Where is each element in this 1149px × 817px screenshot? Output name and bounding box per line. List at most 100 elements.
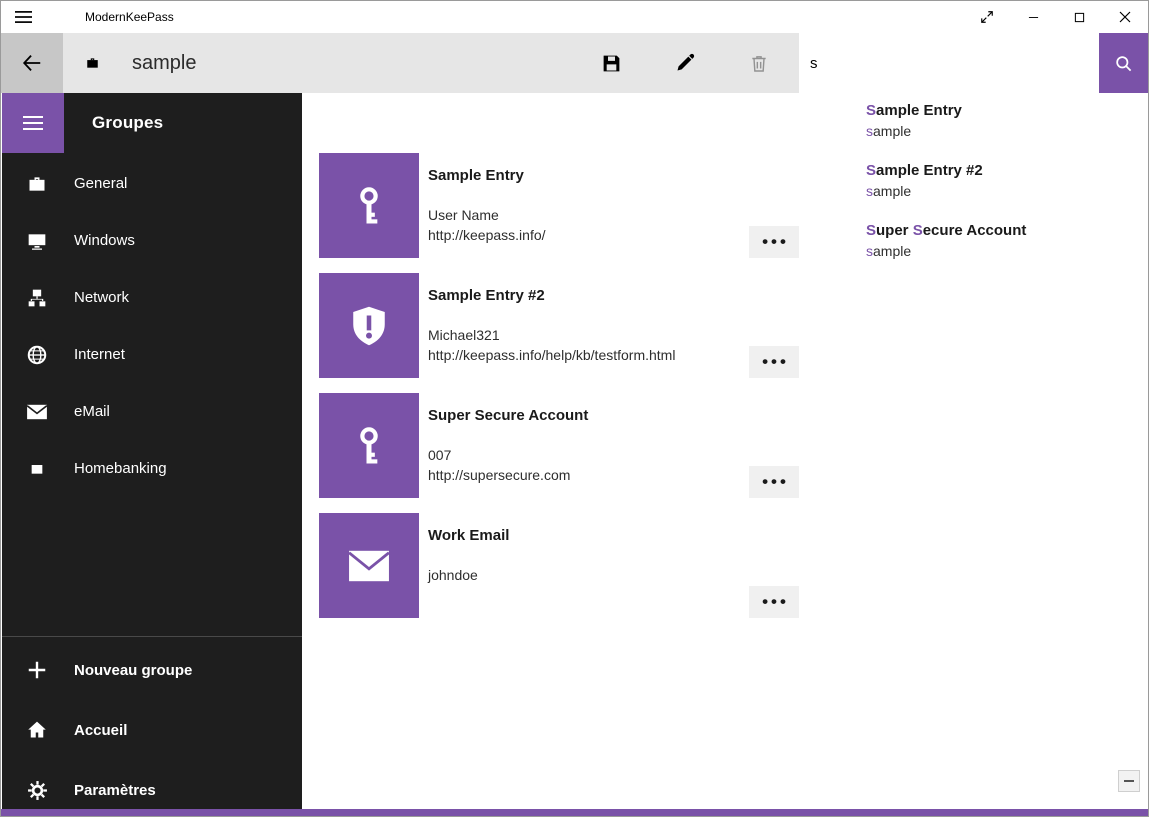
close-button[interactable] [1102, 1, 1148, 33]
close-icon [1119, 11, 1131, 23]
search-box [799, 33, 1148, 93]
entry-text: Sample Entry #2 Michael321 http://keepas… [428, 273, 749, 378]
sidebar-footer: Nouveau groupe Accueil [2, 636, 302, 811]
more-button[interactable]: ••• [749, 586, 799, 618]
more-button[interactable]: ••• [749, 466, 799, 498]
entry-username: Michael321 [428, 325, 749, 345]
ellipsis-icon: ••• [759, 237, 789, 247]
result-subtitle: sample [866, 181, 1149, 201]
entry-text: Super Secure Account 007 http://supersec… [428, 393, 749, 498]
group-list: General Windows Network Internet [2, 155, 302, 497]
hamburger-icon [23, 115, 43, 131]
entry-title: Sample Entry #2 [428, 286, 749, 306]
new-group-button[interactable]: Nouveau groupe [2, 640, 302, 700]
mail-icon [24, 403, 50, 421]
bottom-accent-strip [1, 809, 1148, 816]
hamburger-icon[interactable] [15, 9, 35, 25]
sidebar: Groupes General Windows Network [2, 93, 302, 811]
monitor-icon [24, 231, 50, 251]
entry-url: http://supersecure.com [428, 465, 749, 485]
entry-username: johndoe [428, 565, 749, 585]
entry-title: Sample Entry [428, 166, 749, 186]
briefcase-icon [85, 56, 100, 70]
sidebar-item-label: Network [74, 289, 129, 306]
search-input[interactable] [799, 33, 1099, 93]
entry-username: 007 [428, 445, 749, 465]
maximize-button[interactable] [1056, 1, 1102, 33]
titlebar: ModernKeePass [1, 1, 1148, 33]
maximize-icon [1074, 12, 1085, 23]
sidebar-item-label: Paramètres [74, 782, 156, 799]
entry-tile [319, 393, 419, 498]
entry-title: Work Email [428, 526, 749, 546]
app-title: ModernKeePass [85, 10, 174, 24]
sidebar-item-homebanking[interactable]: Homebanking [2, 440, 302, 497]
ellipsis-icon: ••• [759, 597, 789, 607]
groups-heading: Groupes [92, 113, 163, 133]
sidebar-item-label: Windows [74, 232, 135, 249]
search-button[interactable] [1099, 33, 1148, 93]
entry-tile [319, 513, 419, 618]
sidebar-item-general[interactable]: General [2, 155, 302, 212]
toolbar [587, 33, 783, 93]
entry-row[interactable]: Sample Entry User Name http://keepass.in… [319, 153, 799, 258]
mail-icon [346, 547, 392, 585]
sidebar-item-windows[interactable]: Windows [2, 212, 302, 269]
command-bar: sample [1, 33, 1148, 93]
more-button[interactable]: ••• [749, 346, 799, 378]
entry-row[interactable]: Work Email johndoe ••• [319, 513, 799, 618]
sidebar-item-label: Homebanking [74, 460, 167, 477]
search-icon [1114, 54, 1133, 73]
briefcase-icon [24, 174, 50, 194]
search-result[interactable]: Sample Entry sample [800, 93, 1149, 153]
entry-row[interactable]: Super Secure Account 007 http://supersec… [319, 393, 799, 498]
gear-icon [24, 780, 50, 801]
trash-icon [749, 53, 769, 74]
entry-text: Sample Entry User Name http://keepass.in… [428, 153, 749, 258]
save-icon [601, 53, 622, 74]
save-button[interactable] [587, 33, 635, 93]
ellipsis-icon: ••• [759, 357, 789, 367]
entry-tile [319, 273, 419, 378]
back-button[interactable] [1, 33, 63, 93]
minimize-button[interactable] [1010, 1, 1056, 33]
entry-title: Super Secure Account [428, 406, 749, 426]
shield-alert-icon [348, 304, 390, 348]
entry-row[interactable]: Sample Entry #2 Michael321 http://keepas… [319, 273, 799, 378]
delete-button[interactable] [735, 33, 783, 93]
edit-button[interactable] [661, 33, 709, 93]
search-suggestions: Sample Entry sample Sample Entry #2 samp… [800, 93, 1149, 283]
plus-icon [24, 659, 50, 681]
nav-toggle-button[interactable] [2, 93, 64, 153]
app-window: ModernKeePass [0, 0, 1149, 817]
search-result[interactable]: Super Secure Account sample [800, 213, 1149, 273]
sidebar-item-label: eMail [74, 403, 110, 420]
home-button[interactable]: Accueil [2, 700, 302, 760]
sidebar-item-label: Accueil [74, 722, 127, 739]
back-arrow-icon [21, 52, 43, 74]
fullscreen-button[interactable] [964, 1, 1010, 33]
network-icon [24, 288, 50, 308]
sidebar-item-label: Internet [74, 346, 125, 363]
sidebar-item-network[interactable]: Network [2, 269, 302, 326]
result-title: Sample Entry [866, 101, 1149, 121]
ellipsis-icon: ••• [759, 477, 789, 487]
entry-url: http://keepass.info/ [428, 225, 749, 245]
entry-url: http://keepass.info/help/kb/testform.htm… [428, 345, 749, 365]
result-title: Super Secure Account [866, 221, 1149, 241]
settings-button[interactable]: Paramètres [2, 760, 302, 811]
sidebar-item-label: General [74, 175, 127, 192]
sidebar-item-email[interactable]: eMail [2, 383, 302, 440]
search-result[interactable]: Sample Entry #2 sample [800, 153, 1149, 213]
pencil-icon [675, 53, 695, 73]
more-button[interactable]: ••• [749, 226, 799, 258]
result-subtitle: sample [866, 121, 1149, 141]
entry-list: Sample Entry User Name http://keepass.in… [319, 153, 799, 618]
zoom-out-button[interactable] [1118, 770, 1140, 792]
sidebar-item-internet[interactable]: Internet [2, 326, 302, 383]
globe-icon [24, 344, 50, 366]
home-icon [24, 720, 50, 740]
window-controls [964, 1, 1148, 33]
minus-icon [1124, 780, 1134, 782]
database-name: sample [132, 52, 196, 75]
